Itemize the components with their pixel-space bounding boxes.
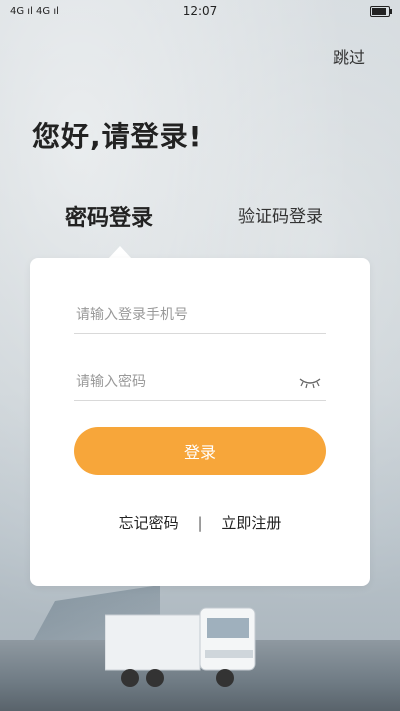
eye-closed-icon[interactable] — [298, 375, 322, 389]
tab-code-login[interactable]: 验证码登录 — [238, 202, 323, 227]
password-input[interactable] — [74, 365, 288, 399]
login-button[interactable]: 登录 — [74, 427, 326, 475]
status-time: 12:07 — [182, 4, 218, 18]
phone-field — [74, 298, 326, 334]
register-link[interactable]: 立即注册 — [221, 514, 281, 532]
background-truck-image — [105, 607, 256, 687]
phone-input[interactable] — [74, 298, 288, 332]
status-bar: 4G ıl 4G ıl 12:07 — [0, 0, 400, 22]
password-field — [74, 365, 326, 401]
link-separator: | — [197, 514, 203, 532]
login-card: 登录 忘记密码 | 立即注册 — [30, 258, 370, 586]
forgot-password-link[interactable]: 忘记密码 — [119, 514, 179, 532]
battery-icon — [370, 5, 392, 17]
skip-button[interactable]: 跳过 — [333, 44, 365, 68]
auxiliary-links: 忘记密码 | 立即注册 — [30, 512, 370, 533]
tab-password-login[interactable]: 密码登录 — [65, 200, 153, 232]
greeting-title: 您好,请登录! — [32, 120, 203, 153]
battery-level — [372, 7, 386, 15]
